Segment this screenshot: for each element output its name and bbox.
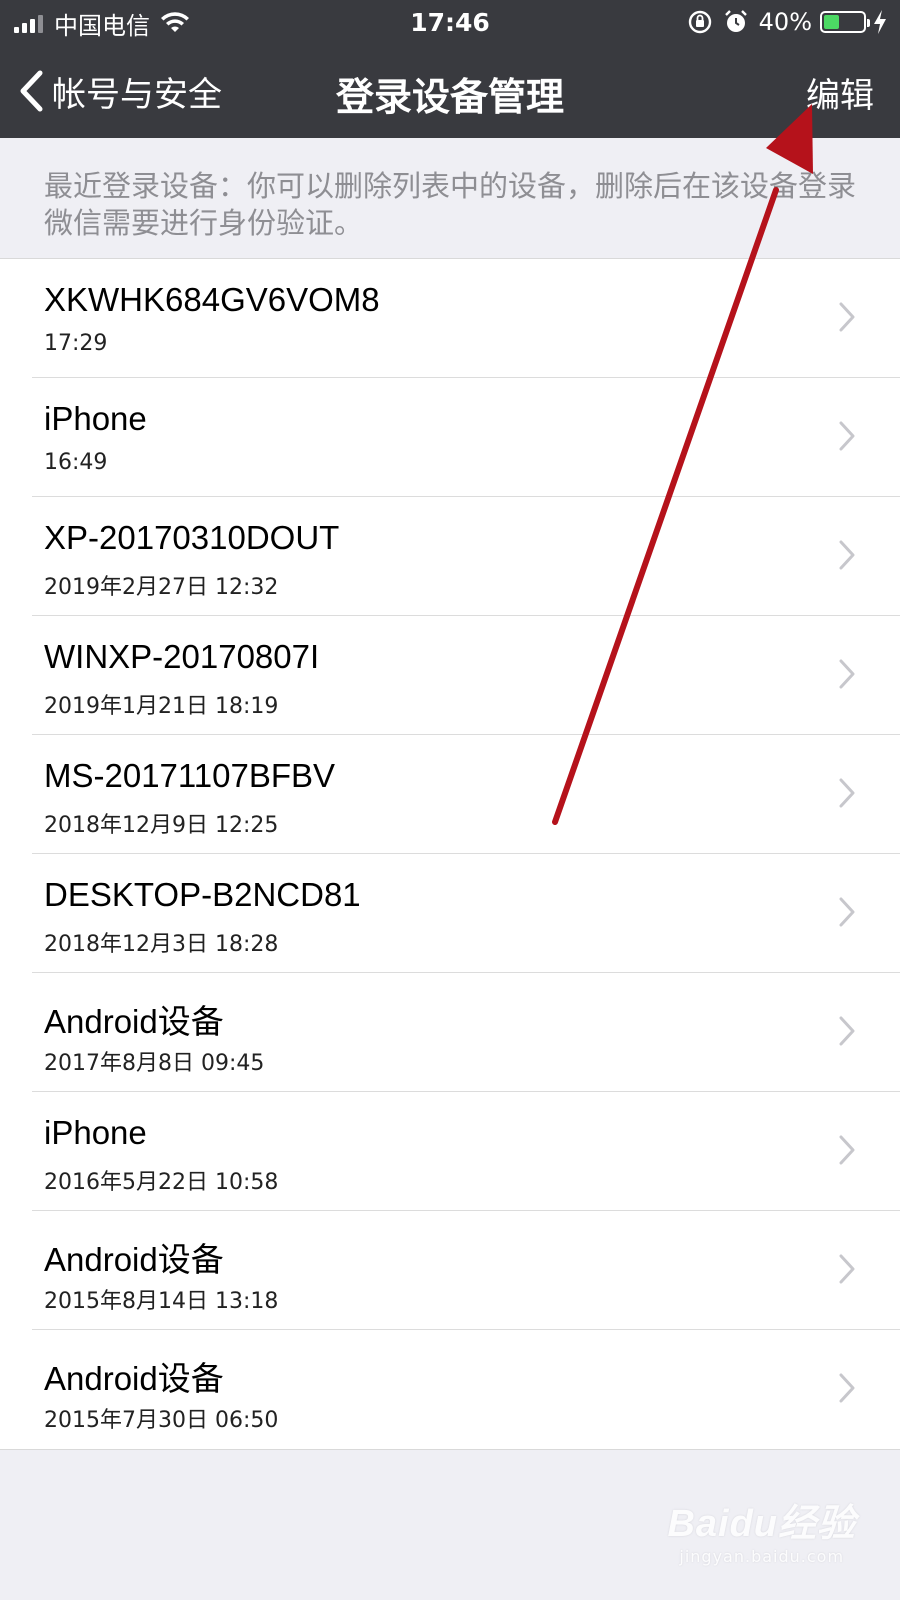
device-row[interactable]: XP-20170310DOUT 2019年2月27日 12:32 bbox=[0, 497, 900, 616]
device-last-login: 2015年7月30日 06:50 bbox=[44, 1408, 279, 1433]
device-list: XKWHK684GV6VOM8 17:29 iPhone 16:49 XP-20… bbox=[0, 258, 900, 1450]
device-name: iPhone bbox=[44, 400, 147, 437]
device-row[interactable]: iPhone 2016年5月22日 10:58 bbox=[0, 1092, 900, 1211]
device-row[interactable]: iPhone 16:49 bbox=[0, 378, 900, 497]
chevron-right-icon bbox=[839, 778, 855, 808]
edit-button[interactable]: 编辑 bbox=[806, 68, 874, 117]
device-row[interactable]: MS-20171107BFBV 2018年12月9日 12:25 bbox=[0, 735, 900, 854]
status-right: 40% bbox=[687, 6, 888, 38]
device-name: XKWHK684GV6VOM8 bbox=[44, 281, 380, 318]
battery-fill bbox=[824, 15, 840, 29]
device-name: XP-20170310DOUT bbox=[44, 519, 340, 556]
device-name: iPhone bbox=[44, 1114, 147, 1151]
chevron-right-icon bbox=[839, 1135, 855, 1165]
chevron-right-icon bbox=[839, 302, 855, 332]
chevron-right-icon bbox=[839, 421, 855, 451]
hint-text: 最近登录设备：你可以删除列表中的设备，删除后在该设备登录微信需要进行身份验证。 bbox=[44, 169, 857, 240]
alarm-icon bbox=[724, 10, 747, 32]
device-last-login: 2019年2月27日 12:32 bbox=[44, 575, 279, 600]
device-row[interactable]: Android设备 2015年7月30日 06:50 bbox=[0, 1330, 900, 1449]
device-last-login: 2019年1月21日 18:19 bbox=[44, 694, 279, 719]
chevron-right-icon bbox=[839, 897, 855, 927]
nav-bar: 帐号与安全 登录设备管理 编辑 bbox=[0, 44, 900, 138]
page-title: 登录设备管理 bbox=[335, 75, 564, 119]
top-bar: 中国电信 17:46 40% 帐号与安全 登录设备管理 编辑 bbox=[0, 0, 900, 138]
charging-icon bbox=[874, 10, 886, 34]
chevron-right-icon bbox=[839, 1016, 855, 1046]
status-bar: 中国电信 17:46 40% bbox=[0, 0, 900, 44]
device-name: DESKTOP-B2NCD81 bbox=[44, 876, 361, 913]
device-row[interactable]: WINXP-20170807I 2019年1月21日 18:19 bbox=[0, 616, 900, 735]
watermark-logo: Baidu经验 bbox=[667, 1503, 856, 1545]
battery-percent: 40% bbox=[758, 8, 812, 36]
device-name: Android设备 bbox=[44, 1360, 224, 1397]
device-name: Android设备 bbox=[44, 1003, 224, 1040]
chevron-right-icon bbox=[839, 1254, 855, 1284]
chevron-right-icon bbox=[839, 1373, 855, 1403]
device-last-login: 16:49 bbox=[44, 450, 108, 475]
device-row[interactable]: Android设备 2017年8月8日 09:45 bbox=[0, 973, 900, 1092]
device-last-login: 17:29 bbox=[44, 331, 108, 356]
chevron-right-icon bbox=[839, 540, 855, 570]
device-name: WINXP-20170807I bbox=[44, 638, 320, 675]
rotation-lock-icon bbox=[688, 10, 711, 34]
device-last-login: 2017年8月8日 09:45 bbox=[44, 1051, 265, 1076]
device-name: Android设备 bbox=[44, 1241, 224, 1278]
device-name: MS-20171107BFBV bbox=[44, 757, 336, 794]
device-last-login: 2018年12月3日 18:28 bbox=[44, 932, 279, 957]
device-row[interactable]: XKWHK684GV6VOM8 17:29 bbox=[0, 259, 900, 378]
battery-icon bbox=[820, 11, 870, 33]
baidu-watermark: Baidu经验 jingyan.baidu.com bbox=[667, 1492, 856, 1566]
device-last-login: 2016年5月22日 10:58 bbox=[44, 1170, 279, 1195]
device-last-login: 2015年8月14日 13:18 bbox=[44, 1289, 279, 1314]
chevron-right-icon bbox=[839, 659, 855, 689]
device-row[interactable]: Android设备 2015年8月14日 13:18 bbox=[0, 1211, 900, 1330]
watermark-url: jingyan.baidu.com bbox=[679, 1547, 845, 1566]
device-row[interactable]: DESKTOP-B2NCD81 2018年12月3日 18:28 bbox=[0, 854, 900, 973]
device-last-login: 2018年12月9日 12:25 bbox=[44, 813, 279, 838]
